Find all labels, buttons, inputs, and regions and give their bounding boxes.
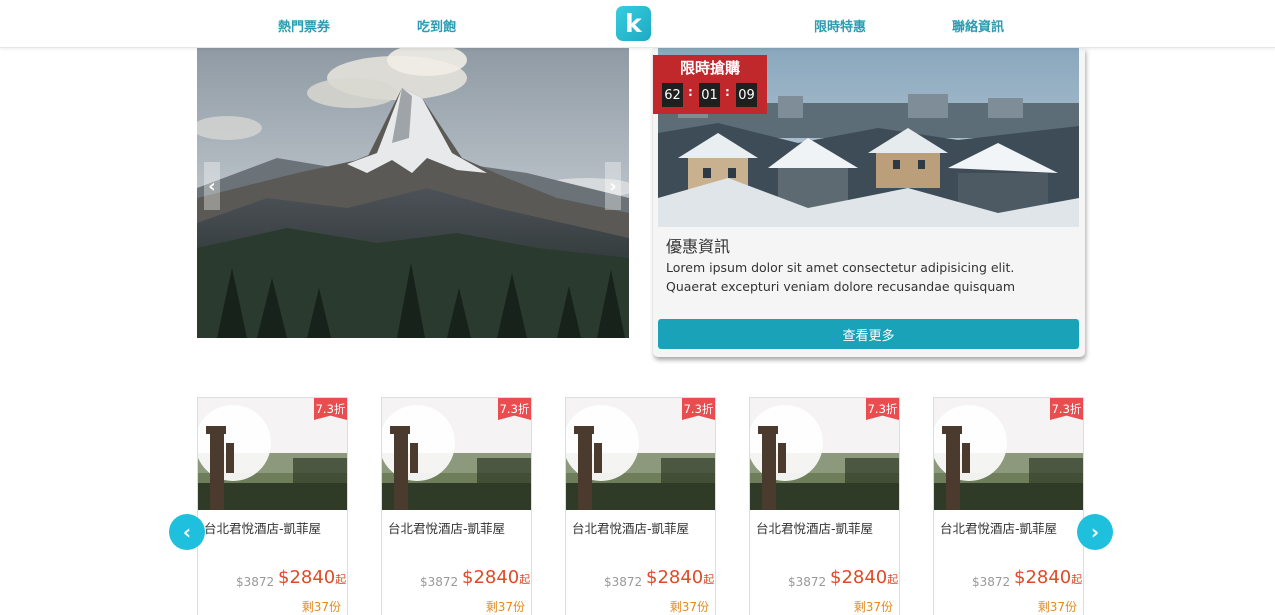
sale-price-value: $2840 [830, 567, 888, 588]
countdown-hours: 62 [662, 83, 683, 107]
product-card[interactable]: 7.3折 台北君悅酒店-凱菲屋 $3872 $2840起 剩37份 [749, 397, 900, 615]
hero-next-arrow[interactable]: › [605, 162, 621, 210]
countdown-separator: : [688, 85, 693, 99]
product-name[interactable]: 台北君悅酒店-凱菲屋 [204, 518, 321, 537]
sale-price: $2840起 [278, 567, 346, 588]
remaining-stock: 剩37份 [301, 600, 341, 614]
remaining-stock: 剩37份 [1037, 600, 1077, 614]
original-price: $3872 [972, 575, 1011, 589]
nav-limited-offer[interactable]: 限時特惠 [814, 16, 866, 35]
hero-carousel: ‹ › [197, 48, 629, 338]
original-price: $3872 [420, 575, 459, 589]
product-name[interactable]: 台北君悅酒店-凱菲屋 [388, 518, 505, 537]
sale-price-value: $2840 [1014, 567, 1072, 588]
sale-price-value: $2840 [278, 567, 336, 588]
nav-contact[interactable]: 聯絡資訊 [952, 16, 1004, 35]
countdown-seconds: 09 [736, 83, 757, 107]
countdown-minutes: 01 [699, 83, 720, 107]
flash-sale-title: 限時搶購 [679, 59, 740, 77]
original-price: $3872 [788, 575, 827, 589]
promo-description: Lorem ipsum dolor sit amet consectetur a… [666, 260, 1016, 294]
original-price: $3872 [236, 575, 275, 589]
product-name[interactable]: 台北君悅酒店-凱菲屋 [940, 518, 1057, 537]
nav-buffet[interactable]: 吃到飽 [417, 16, 456, 35]
logo-letter: k [625, 9, 642, 38]
products-next-arrow[interactable]: › [1077, 514, 1113, 550]
product-card[interactable]: 7.3折 台北君悅酒店-凱菲屋 $3872 $2840起 剩37份 [565, 397, 716, 615]
product-card[interactable]: 7.3折 台北君悅酒店-凱菲屋 $3872 $2840起 剩37份 [197, 397, 348, 615]
sale-price-value: $2840 [646, 567, 704, 588]
promo-card: 限時搶購 62 : 01 : 09 優惠資訊 Lorem ipsum dolor… [653, 48, 1085, 357]
site-logo[interactable]: k [616, 6, 651, 41]
promo-title: 優惠資訊 [666, 237, 731, 256]
products-prev-arrow[interactable]: ‹ [169, 514, 205, 550]
price-suffix: 起 [1071, 573, 1083, 586]
price-suffix: 起 [519, 573, 531, 586]
hero-mountain-image [197, 48, 629, 338]
price-suffix: 起 [703, 573, 715, 586]
sale-price-value: $2840 [462, 567, 520, 588]
view-more-button[interactable]: 查看更多 [658, 319, 1079, 349]
product-name[interactable]: 台北君悅酒店-凱菲屋 [572, 518, 689, 537]
top-nav-bar: 熱門票券 吃到飽 k 限時特惠 聯絡資訊 [0, 0, 1275, 48]
remaining-stock: 剩37份 [669, 600, 709, 614]
price-suffix: 起 [887, 573, 899, 586]
remaining-stock: 剩37份 [853, 600, 893, 614]
sale-price: $2840起 [830, 567, 898, 588]
remaining-stock: 剩37份 [485, 600, 525, 614]
product-card[interactable]: 7.3折 台北君悅酒店-凱菲屋 $3872 $2840起 剩37份 [933, 397, 1084, 615]
countdown-separator: : [725, 85, 730, 99]
hero-prev-arrow[interactable]: ‹ [204, 162, 220, 210]
sale-price: $2840起 [646, 567, 714, 588]
product-name[interactable]: 台北君悅酒店-凱菲屋 [756, 518, 873, 537]
sale-price: $2840起 [1014, 567, 1082, 588]
price-suffix: 起 [335, 573, 347, 586]
product-card[interactable]: 7.3折 台北君悅酒店-凱菲屋 $3872 $2840起 剩37份 [381, 397, 532, 615]
nav-hot-tickets[interactable]: 熱門票券 [278, 16, 330, 35]
flash-sale-badge: 限時搶購 62 : 01 : 09 [653, 55, 767, 114]
original-price: $3872 [604, 575, 643, 589]
sale-price: $2840起 [462, 567, 530, 588]
